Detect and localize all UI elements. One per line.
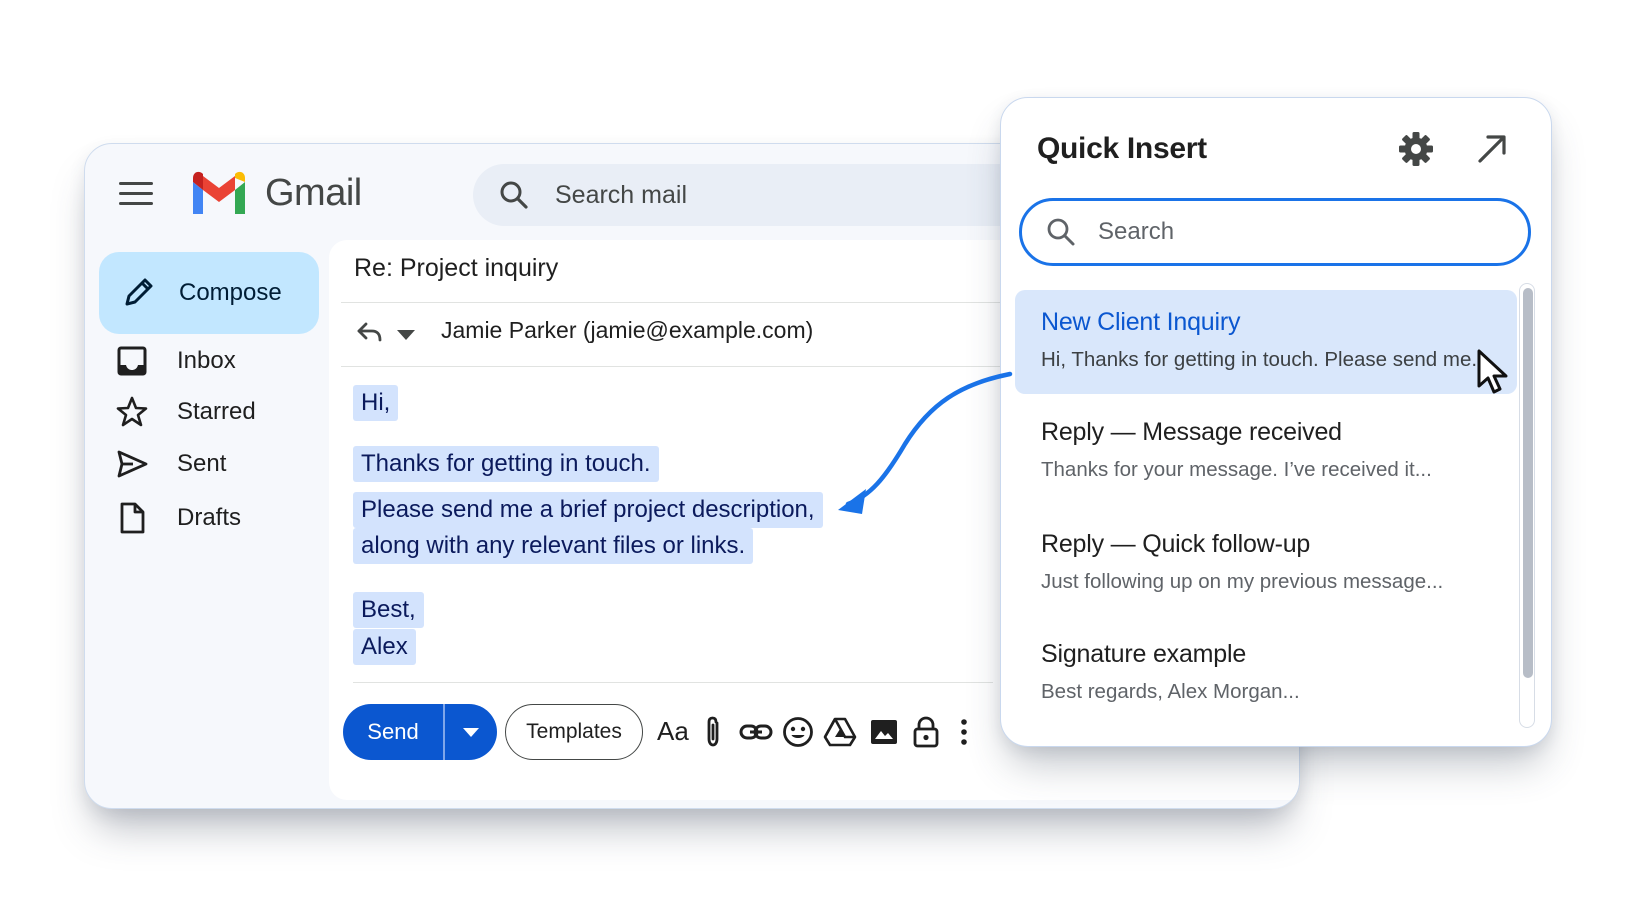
template-item-quick-follow-up[interactable]: Reply — Quick follow-up Just following u… — [1015, 512, 1517, 616]
nav-label-inbox: Inbox — [177, 347, 236, 374]
inbox-icon — [117, 346, 147, 376]
nav-inbox[interactable]: Inbox — [115, 338, 315, 382]
search-mail-input[interactable]: Search mail — [555, 181, 687, 210]
nav-label-starred: Starred — [177, 398, 256, 425]
gear-icon[interactable] — [1397, 130, 1435, 168]
star-icon — [116, 396, 148, 427]
emoji-icon[interactable] — [781, 715, 815, 749]
drive-icon[interactable] — [823, 715, 857, 749]
send-options-button[interactable] — [445, 704, 497, 760]
template-search-field[interactable]: Search — [1019, 198, 1531, 266]
body-signature-name[interactable]: Alex — [353, 629, 416, 665]
main-menu-icon[interactable] — [119, 182, 153, 210]
mouse-pointer-icon — [1477, 349, 1508, 394]
link-icon[interactable] — [739, 715, 773, 749]
lock-icon[interactable] — [909, 715, 943, 749]
reply-icon[interactable] — [355, 318, 383, 346]
gmail-logo-icon — [193, 171, 245, 214]
template-search-input[interactable]: Search — [1098, 218, 1174, 246]
template-title: New Client Inquiry — [1041, 308, 1241, 336]
send-icon — [117, 450, 148, 478]
body-line-3[interactable]: along with any relevant files or links. — [353, 528, 754, 564]
template-preview: Just following up on my previous message… — [1041, 570, 1444, 593]
compose-label: Compose — [179, 279, 282, 306]
send-button[interactable]: Send — [343, 704, 443, 760]
body-greeting[interactable]: Hi, — [353, 385, 399, 421]
template-preview: Hi, Thanks for getting in touch. Please … — [1041, 348, 1489, 371]
recipient[interactable]: Jamie Parker (jamie@example.com) — [441, 317, 813, 344]
photo-icon[interactable] — [867, 715, 901, 749]
divider — [353, 682, 993, 683]
template-preview: Thanks for your message. I’ve received i… — [1041, 458, 1432, 481]
more-vertical-icon[interactable] — [947, 715, 981, 749]
template-title: Signature example — [1041, 640, 1247, 668]
nav-starred[interactable]: Starred — [115, 389, 315, 433]
scrollbar-thumb[interactable] — [1523, 288, 1533, 678]
body-line-2[interactable]: Please send me a brief project descripti… — [353, 492, 823, 528]
draft-icon — [120, 502, 145, 534]
body-signoff[interactable]: Best, — [353, 592, 424, 628]
pencil-icon — [125, 278, 153, 306]
template-title: Reply — Quick follow-up — [1041, 530, 1311, 558]
template-item-signature-example[interactable]: Signature example Best regards, Alex Mor… — [1015, 622, 1517, 726]
template-item-new-client-inquiry[interactable]: New Client Inquiry Hi, Thanks for gettin… — [1015, 290, 1517, 394]
templates-button[interactable]: Templates — [505, 704, 643, 760]
format-text-icon[interactable]: Aa — [657, 716, 689, 747]
template-title: Reply — Message received — [1041, 418, 1342, 446]
template-item-message-received[interactable]: Reply — Message received Thanks for your… — [1015, 400, 1517, 504]
nav-sent[interactable]: Sent — [115, 441, 315, 485]
app-name: Gmail — [265, 172, 362, 214]
open-in-new-icon[interactable] — [1475, 132, 1509, 166]
reply-type-dropdown[interactable] — [397, 330, 415, 340]
nav-label-drafts: Drafts — [177, 504, 242, 531]
chevron-down-icon — [463, 728, 479, 737]
nav-label-sent: Sent — [177, 450, 227, 477]
quick-insert-panel: Quick Insert Search New Client Inquiry H… — [1000, 97, 1552, 747]
nav-drafts[interactable]: Drafts — [115, 495, 315, 539]
body-line-1[interactable]: Thanks for getting in touch. — [353, 446, 659, 482]
panel-title: Quick Insert — [1037, 132, 1207, 165]
search-icon[interactable] — [499, 180, 529, 210]
compose-button[interactable]: Compose — [99, 252, 319, 334]
template-preview: Best regards, Alex Morgan... — [1041, 680, 1300, 703]
search-icon — [1047, 218, 1075, 246]
attach-icon[interactable] — [697, 715, 731, 749]
send-button-group: Send — [343, 704, 497, 760]
email-subject: Re: Project inquiry — [354, 254, 559, 282]
